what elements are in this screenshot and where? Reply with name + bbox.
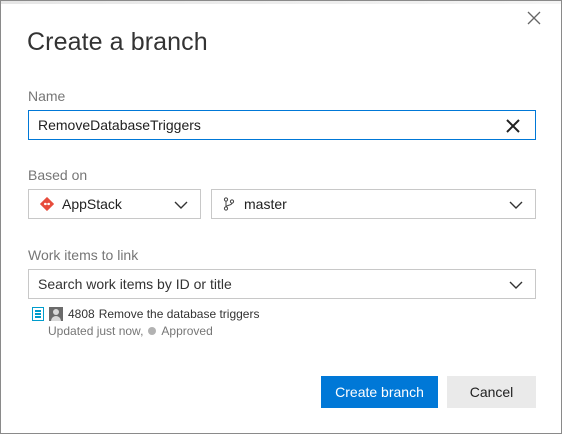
cancel-button[interactable]: Cancel [447, 376, 536, 408]
create-branch-button[interactable]: Create branch [321, 376, 438, 408]
repository-value: AppStack [62, 196, 122, 212]
work-item-updated: Updated just now, [48, 324, 144, 338]
git-branch-icon [223, 197, 235, 211]
work-item-state: Approved [161, 324, 213, 338]
chevron-down-icon [509, 278, 523, 292]
avatar [49, 307, 63, 321]
top-strip [1, 1, 561, 4]
repository-dropdown[interactable]: AppStack [28, 189, 201, 219]
create-branch-dialog: Create a branch Name RemoveDatabaseTrigg… [0, 0, 562, 434]
state-dot-icon [148, 327, 157, 335]
based-on-label: Based on [28, 167, 88, 183]
linked-work-item[interactable]: 4808 Remove the database triggers [32, 306, 259, 322]
close-icon[interactable] [525, 10, 543, 28]
work-item-search-dropdown[interactable]: Search work items by ID or title [28, 269, 536, 299]
dialog-title: Create a branch [27, 28, 208, 56]
chevron-down-icon [174, 198, 188, 212]
git-repo-icon [39, 196, 55, 212]
branch-value: master [244, 196, 287, 212]
clear-icon[interactable] [505, 118, 521, 134]
work-item-id: 4808 [68, 307, 95, 321]
name-label: Name [28, 88, 66, 104]
branch-name-value: RemoveDatabaseTriggers [38, 117, 201, 133]
branch-name-input[interactable]: RemoveDatabaseTriggers [28, 110, 536, 140]
work-item-search-placeholder: Search work items by ID or title [38, 276, 232, 292]
work-item-meta: Updated just now, Approved [48, 324, 213, 338]
chevron-down-icon [509, 198, 523, 212]
branch-dropdown[interactable]: master [211, 189, 536, 219]
work-items-label: Work items to link [28, 247, 139, 263]
work-item-title[interactable]: Remove the database triggers [99, 307, 260, 321]
task-icon [32, 307, 44, 321]
